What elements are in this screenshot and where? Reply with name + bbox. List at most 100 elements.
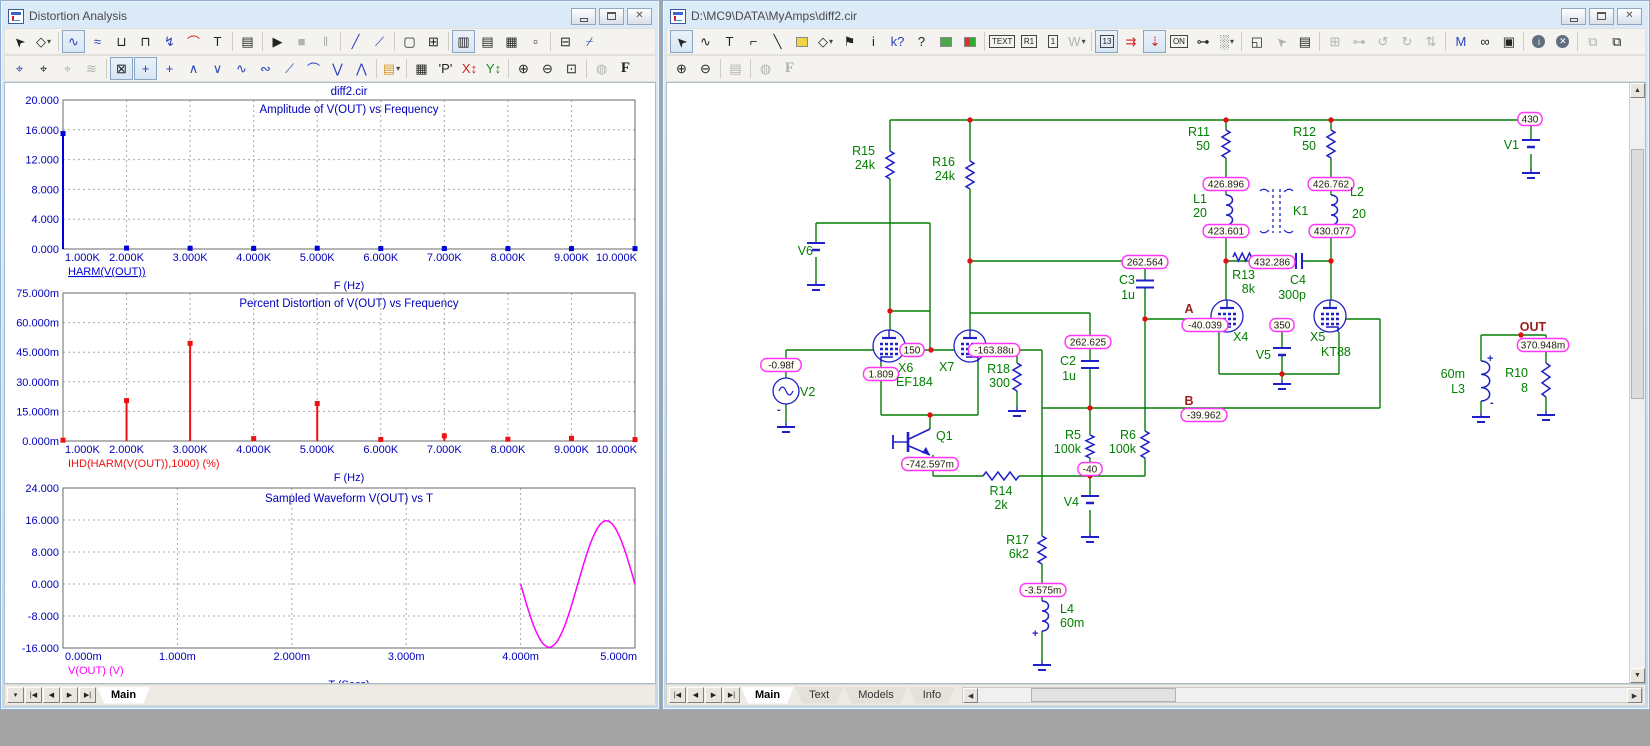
tab-info[interactable]: Info <box>909 687 955 704</box>
text-mode-icon[interactable]: T <box>718 30 741 53</box>
info-mode-icon[interactable]: i <box>862 30 885 53</box>
text-display-toggle-icon[interactable]: TEXT <box>988 30 1016 53</box>
split-horizontal-icon[interactable]: ⊟ <box>554 30 577 53</box>
info-circle-icon[interactable]: i <box>1527 30 1550 53</box>
grid-plot-view-icon[interactable]: ⊞ <box>422 30 445 53</box>
close-button[interactable]: ✕ <box>627 8 652 25</box>
x-scale-icon[interactable]: X↕ <box>458 57 481 80</box>
pause-button-icon[interactable]: ‖ <box>314 30 337 53</box>
page-nav-button-1[interactable]: ◀ <box>687 687 704 703</box>
marker-line-tool-icon[interactable]: ⟋ <box>368 30 391 53</box>
flag-mode-icon[interactable]: ⚑ <box>838 30 861 53</box>
attributes-button-icon[interactable]: ▤ <box>1293 30 1316 53</box>
go-peak-icon[interactable]: ∧ <box>182 57 205 80</box>
rotate-button-icon[interactable]: ↺ <box>1371 30 1394 53</box>
sheet-stack-1-icon[interactable]: ⧉ <box>1581 30 1604 53</box>
font-button-icon[interactable]: F <box>778 57 801 80</box>
component-chip-icon[interactable] <box>790 30 813 53</box>
text-tool-icon[interactable]: T <box>206 30 229 53</box>
analysis-titlebar[interactable]: Distortion Analysis ✕ <box>4 4 656 28</box>
page-nav-button-0[interactable]: ▾ <box>7 687 24 703</box>
tab-main[interactable]: Main <box>741 687 794 704</box>
go-valley-icon[interactable]: ∨ <box>206 57 229 80</box>
region-enable-mode-icon[interactable] <box>958 30 981 53</box>
tab-text[interactable]: Text <box>795 687 843 704</box>
part-attr-toggle-icon[interactable]: R1 <box>1017 30 1040 53</box>
component-picker-icon[interactable]: ◇▾ <box>32 30 55 53</box>
fx-peak-icon[interactable]: ⌒ <box>182 30 205 53</box>
single-plot-view-icon[interactable]: ▢ <box>398 30 421 53</box>
stripes-vertical-icon[interactable]: ▥ <box>452 30 475 53</box>
tab-models[interactable]: Models <box>844 687 907 704</box>
select-arrow-icon[interactable]: ➤ <box>670 30 693 53</box>
page-nav-button-3[interactable]: ▶| <box>723 687 740 703</box>
stripes-right-icon[interactable]: ▫ <box>524 30 547 53</box>
numeric-output-icon[interactable]: ▦ <box>410 57 433 80</box>
maximize-button[interactable] <box>599 8 624 25</box>
on-state-display-icon[interactable]: ON <box>1167 30 1190 53</box>
query-mode-icon[interactable]: ? <box>910 30 933 53</box>
go-inflection-icon[interactable]: ⌒ <box>302 57 325 80</box>
tag-curve-icon[interactable]: ≋ <box>80 57 103 80</box>
zoom-in-icon[interactable]: ⊕ <box>670 57 693 80</box>
page-nav-button-1[interactable]: |◀ <box>25 687 42 703</box>
go-low-icon[interactable]: ∾ <box>254 57 277 80</box>
help-point-mode-icon[interactable]: k? <box>886 30 909 53</box>
page-nav-button-2[interactable]: ▶ <box>705 687 722 703</box>
schematic-titlebar[interactable]: D:\MC9\DATA\MyAmps\diff2.cir ✕ <box>666 4 1646 28</box>
waveform-limits-icon[interactable]: ≈ <box>86 30 109 53</box>
flip-x-button-icon[interactable]: ⇅ <box>1419 30 1442 53</box>
component-picker-icon[interactable]: ◇▾ <box>814 30 837 53</box>
page-nav-button-0[interactable]: |◀ <box>669 687 686 703</box>
select-arrow-icon[interactable]: ➤ <box>8 30 31 53</box>
current-display-icon[interactable]: ⇉ <box>1119 30 1142 53</box>
page-nav-button-4[interactable]: ▶| <box>79 687 96 703</box>
horizontal-scroll-thumb[interactable] <box>1031 688 1176 702</box>
find-part-button-icon[interactable]: M <box>1449 30 1472 53</box>
border-display-icon[interactable]: ◱ <box>1245 30 1268 53</box>
cursor-small-icon[interactable]: ➤ <box>1269 30 1292 53</box>
scope-mode-icon[interactable]: ∿ <box>62 30 85 53</box>
ortho-wire-mode-icon[interactable]: ⌐ <box>742 30 765 53</box>
scroll-down-button[interactable]: ▼ <box>1630 668 1645 683</box>
web-globe-icon[interactable]: ◍ <box>754 57 777 80</box>
stripes-horizontal-icon[interactable]: ▤ <box>476 30 499 53</box>
pin-numbers-toggle-icon[interactable]: 1 <box>1041 30 1064 53</box>
step-box-icon[interactable]: ⊞ <box>1323 30 1346 53</box>
page-nav-button-3[interactable]: ▶ <box>61 687 78 703</box>
p-key-icon[interactable]: 'P' <box>434 57 457 80</box>
minimize-button[interactable] <box>1561 8 1586 25</box>
close-circle-icon[interactable]: ✕ <box>1551 30 1574 53</box>
sheet-stack-2-icon[interactable]: ⧉ <box>1605 30 1628 53</box>
zoom-box-icon[interactable]: ⊡ <box>560 57 583 80</box>
zoom-out-icon[interactable]: ⊖ <box>536 57 559 80</box>
zoom-out-icon[interactable]: ⊖ <box>694 57 717 80</box>
folder-button-icon[interactable]: ▤ <box>724 57 747 80</box>
go-global-high-icon[interactable]: ⋁ <box>326 57 349 80</box>
stop-button-icon[interactable]: ■ <box>290 30 313 53</box>
vertical-scrollbar[interactable]: ▲ ▼ <box>1629 83 1645 683</box>
stripes-both-icon[interactable]: ▦ <box>500 30 523 53</box>
scroll-up-button[interactable]: ▲ <box>1630 83 1645 98</box>
mirror-button-icon[interactable]: ⊶ <box>1347 30 1370 53</box>
pages-book-icon[interactable]: ▤▾ <box>380 57 403 80</box>
close-button[interactable]: ✕ <box>1617 8 1642 25</box>
run-button-icon[interactable]: ▶ <box>266 30 289 53</box>
scroll-right-button[interactable]: ▶ <box>1627 688 1642 703</box>
display-screen-icon[interactable]: ▣ <box>1497 30 1520 53</box>
search-binoculars-icon[interactable]: ∞ <box>1473 30 1496 53</box>
cursor-horizontal-icon[interactable]: + <box>134 57 157 80</box>
flip-y-button-icon[interactable]: ↻ <box>1395 30 1418 53</box>
voltage-display-icon[interactable]: ⇣ <box>1143 30 1166 53</box>
page-nav-button-2[interactable]: ◀ <box>43 687 60 703</box>
horizontal-scrollbar[interactable]: ◀▶ <box>962 687 1643 703</box>
trim-tool-icon[interactable]: ⌿ <box>578 30 601 53</box>
tab-main[interactable]: Main <box>97 687 150 704</box>
line-mode-icon[interactable]: ╲ <box>766 30 789 53</box>
vertical-scroll-thumb[interactable] <box>1631 149 1644 399</box>
scale-mode-icon[interactable]: ⊔ <box>110 30 133 53</box>
scroll-left-button[interactable]: ◀ <box>963 688 978 703</box>
go-slope-icon[interactable]: ⟋ <box>278 57 301 80</box>
picture-mode-icon[interactable] <box>934 30 957 53</box>
cursor-probe-1-icon[interactable]: ⌖ <box>8 57 31 80</box>
